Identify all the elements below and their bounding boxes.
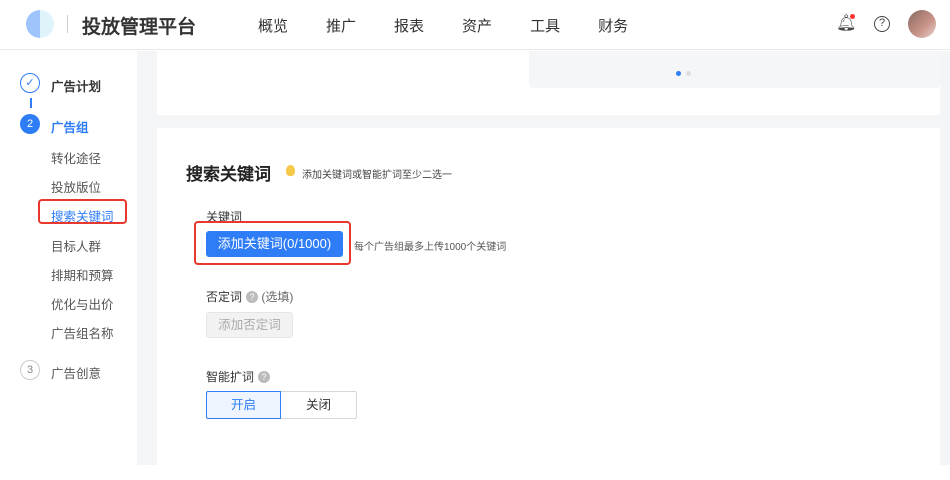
section-title: 搜索关键词 <box>186 165 271 184</box>
avatar[interactable] <box>908 10 936 38</box>
step-3-badge: 3 <box>20 360 40 380</box>
nav-tools[interactable]: 工具 <box>530 15 560 36</box>
top-nav: 概览 推广 报表 资产 工具 财务 <box>258 15 666 36</box>
step-2-badge: 2 <box>20 114 40 134</box>
help-icon[interactable]: ? <box>246 291 259 303</box>
help-icon[interactable]: ? <box>258 371 271 383</box>
preview-carousel <box>529 51 940 88</box>
nav-reports[interactable]: 报表 <box>394 15 424 36</box>
bulb-icon <box>286 165 295 176</box>
smart-label-row: 智能扩词? <box>206 368 271 385</box>
step-sidebar: ✓ 广告计划 2 广告组 转化途径 投放版位 搜索关键词 目标人群 排期和预算 … <box>0 51 137 480</box>
step-ad-group[interactable]: 广告组 <box>51 117 89 136</box>
highlight-box <box>38 199 127 224</box>
nav-overview[interactable]: 概览 <box>258 15 288 36</box>
keyword-hint: 每个广告组最多上传1000个关键词 <box>354 242 507 253</box>
section-tip: 添加关键词或智能扩词至少二选一 <box>302 170 452 181</box>
sub-schedule-budget[interactable]: 排期和预算 <box>51 265 114 284</box>
step-1-check-icon: ✓ <box>20 73 40 93</box>
sub-conversion-path[interactable]: 转化途径 <box>51 148 101 167</box>
footer-strip <box>0 465 950 480</box>
smart-on-toggle[interactable]: 开启 <box>206 391 281 419</box>
add-negative-button[interactable]: 添加否定词 <box>206 312 293 338</box>
optional-text: (选填) <box>261 290 294 304</box>
divider <box>67 15 68 33</box>
app-title: 投放管理平台 <box>82 17 197 38</box>
carousel-dot-active[interactable] <box>676 71 681 76</box>
nav-promotion[interactable]: 推广 <box>326 15 356 36</box>
sub-bidding[interactable]: 优化与出价 <box>51 294 114 313</box>
smart-label: 智能扩词 <box>206 370 255 384</box>
bell-icon[interactable]: 🔔︎ <box>836 14 856 34</box>
add-keyword-button[interactable]: 添加关键词(0/1000) <box>206 231 343 257</box>
step-ad-plan[interactable]: 广告计划 <box>51 76 101 95</box>
sub-audience[interactable]: 目标人群 <box>51 236 101 255</box>
notification-dot <box>850 14 855 19</box>
nav-finance[interactable]: 财务 <box>598 15 628 36</box>
carousel-dot[interactable] <box>686 71 691 76</box>
logo-icon <box>26 10 54 38</box>
step-connector <box>30 98 32 108</box>
step-ad-creative[interactable]: 广告创意 <box>51 363 101 382</box>
negative-label-row: 否定词? (选填) <box>206 288 293 305</box>
nav-assets[interactable]: 资产 <box>462 15 492 36</box>
sub-group-name[interactable]: 广告组名称 <box>51 323 114 342</box>
help-icon[interactable]: ? <box>874 16 890 32</box>
sub-placement[interactable]: 投放版位 <box>51 177 101 196</box>
negative-label: 否定词 <box>206 290 243 304</box>
top-header: 投放管理平台 概览 推广 报表 资产 工具 财务 🔔︎ ? <box>0 0 950 50</box>
smart-off-toggle[interactable]: 关闭 <box>281 391 357 419</box>
